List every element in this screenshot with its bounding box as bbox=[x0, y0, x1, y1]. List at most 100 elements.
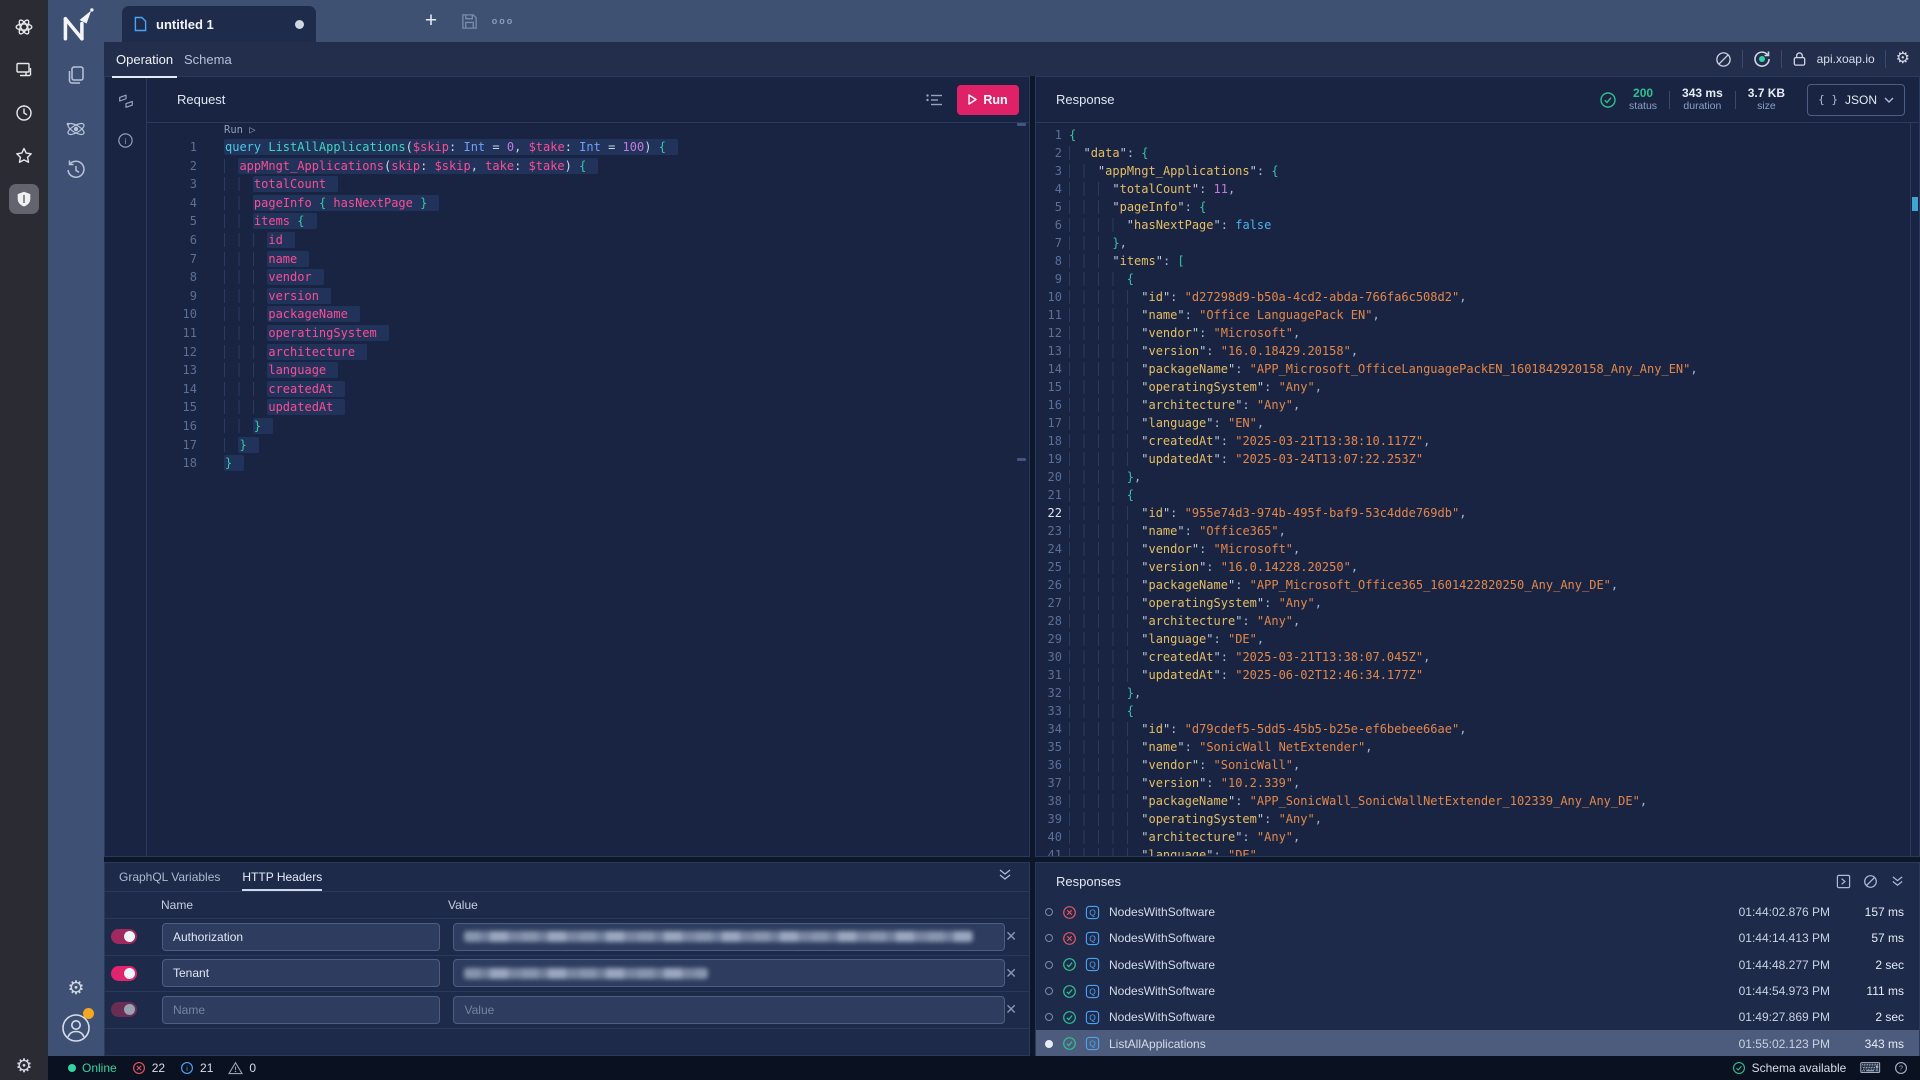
remove-header-icon[interactable]: ✕ bbox=[1005, 1001, 1017, 1018]
code-line[interactable]: 1query ListAllApplications($skip: Int = … bbox=[147, 138, 1029, 157]
gear-icon[interactable]: ⚙ bbox=[15, 1057, 32, 1076]
code-line[interactable]: 18 "createdAt": "2025-03-21T13:38:10.117… bbox=[1036, 432, 1911, 450]
response-history-item[interactable]: QNodesWithSoftware01:44:14.413 PM57 ms bbox=[1036, 925, 1919, 951]
code-line[interactable]: 17 } bbox=[147, 436, 1029, 455]
code-line[interactable]: 5 items { bbox=[147, 212, 1029, 231]
code-line[interactable]: 15 updatedAt bbox=[147, 398, 1029, 417]
code-line[interactable]: 38 "packageName": "APP_SonicWall_SonicWa… bbox=[1036, 792, 1911, 810]
remove-header-icon[interactable]: ✕ bbox=[1005, 928, 1017, 945]
request-editor[interactable]: Run ▷ 1query ListAllApplications($skip: … bbox=[147, 123, 1029, 856]
code-line[interactable]: 9 version bbox=[147, 287, 1029, 306]
code-line[interactable]: 27 "operatingSystem": "Any", bbox=[1036, 594, 1911, 612]
code-line[interactable]: 15 "operatingSystem": "Any", bbox=[1036, 378, 1911, 396]
history-icon[interactable] bbox=[64, 158, 88, 182]
header-name-input[interactable]: Tenant bbox=[162, 959, 440, 987]
collapse-panel-icon[interactable] bbox=[1890, 875, 1905, 888]
open-side-panel-icon[interactable] bbox=[1836, 874, 1851, 889]
code-line[interactable]: 16 } bbox=[147, 417, 1029, 436]
code-line[interactable]: 37 "version": "10.2.339", bbox=[1036, 774, 1911, 792]
header-value-input[interactable] bbox=[453, 923, 1005, 951]
operations-icon[interactable] bbox=[105, 92, 146, 110]
response-history-item[interactable]: QNodesWithSoftware01:44:48.277 PM2 sec bbox=[1036, 952, 1919, 978]
block-icon[interactable] bbox=[1715, 51, 1732, 68]
code-line[interactable]: 28 "architecture": "Any", bbox=[1036, 612, 1911, 630]
header-enabled-toggle[interactable] bbox=[111, 929, 137, 944]
remove-header-icon[interactable]: ✕ bbox=[1005, 965, 1017, 982]
warning-count[interactable]: 0 bbox=[228, 1061, 256, 1075]
code-line[interactable]: 12 architecture bbox=[147, 343, 1029, 362]
code-line[interactable]: 11 operatingSystem bbox=[147, 324, 1029, 343]
header-name-input[interactable]: Authorization bbox=[162, 923, 440, 951]
code-line[interactable]: 13 "version": "16.0.18429.20158", bbox=[1036, 342, 1911, 360]
code-line[interactable]: 29 "language": "DE", bbox=[1036, 630, 1911, 648]
info-icon[interactable]: i bbox=[105, 132, 146, 149]
code-line[interactable]: 21 { bbox=[1036, 486, 1911, 504]
code-line[interactable]: 23 "name": "Office365", bbox=[1036, 522, 1911, 540]
code-line[interactable]: 39 "operatingSystem": "Any", bbox=[1036, 810, 1911, 828]
tab-untitled[interactable]: untitled 1 bbox=[122, 6, 316, 42]
code-line[interactable]: 4 pageInfo { hasNextPage } bbox=[147, 194, 1029, 213]
response-scrollbar[interactable] bbox=[1910, 123, 1919, 856]
clear-responses-icon[interactable] bbox=[1863, 874, 1878, 889]
tab-operation[interactable]: Operation bbox=[112, 42, 177, 78]
info-count[interactable]: i 21 bbox=[180, 1061, 213, 1075]
code-line[interactable]: 2 appMngt_Applications(skip: $skip, take… bbox=[147, 157, 1029, 176]
code-line[interactable]: 8 "items": [ bbox=[1036, 252, 1911, 270]
workstation-icon[interactable] bbox=[9, 55, 39, 85]
response-viewer[interactable]: 1{2 "data": {3 "appMngt_Applications": {… bbox=[1036, 123, 1911, 856]
code-line[interactable]: 31 "updatedAt": "2025-06-02T12:46:34.177… bbox=[1036, 666, 1911, 684]
tab-graphql-variables[interactable]: GraphQL Variables bbox=[119, 870, 220, 891]
code-line[interactable]: 14 "packageName": "APP_Microsoft_OfficeL… bbox=[1036, 360, 1911, 378]
format-dropdown[interactable]: { } JSON bbox=[1807, 84, 1905, 116]
code-line[interactable]: 24 "vendor": "Microsoft", bbox=[1036, 540, 1911, 558]
code-line[interactable]: 6 "hasNextPage": false bbox=[1036, 216, 1911, 234]
code-line[interactable]: 10 "id": "d27298d9-b50a-4cd2-abda-766fa6… bbox=[1036, 288, 1911, 306]
response-history-item[interactable]: QNodesWithSoftware01:44:02.876 PM157 ms bbox=[1036, 899, 1919, 925]
response-history-item[interactable]: QListAllApplications01:55:02.123 PM343 m… bbox=[1036, 1030, 1919, 1056]
header-value-input[interactable]: Value bbox=[453, 996, 1005, 1024]
code-line[interactable]: 33 { bbox=[1036, 702, 1911, 720]
code-line[interactable]: 13 language bbox=[147, 361, 1029, 380]
shield-icon[interactable] bbox=[9, 184, 39, 214]
code-line[interactable]: 34 "id": "d79cdef5-5dd5-45b5-b25e-ef6beb… bbox=[1036, 720, 1911, 738]
code-line[interactable]: 6 id bbox=[147, 231, 1029, 250]
error-count[interactable]: 22 bbox=[132, 1061, 165, 1075]
collapse-panel-icon[interactable] bbox=[997, 868, 1013, 882]
code-line[interactable]: 30 "createdAt": "2025-03-21T13:38:07.045… bbox=[1036, 648, 1911, 666]
header-enabled-toggle[interactable] bbox=[111, 966, 137, 981]
gear-icon[interactable]: ⚙ bbox=[67, 979, 84, 998]
code-line[interactable]: 12 "vendor": "Microsoft", bbox=[1036, 324, 1911, 342]
save-icon[interactable] bbox=[454, 0, 484, 42]
code-line[interactable]: 8 vendor bbox=[147, 268, 1029, 287]
tab-schema[interactable]: Schema bbox=[180, 42, 236, 76]
tab-http-headers[interactable]: HTTP Headers bbox=[242, 870, 322, 891]
code-line[interactable]: 7 name bbox=[147, 250, 1029, 269]
code-line[interactable]: 18} bbox=[147, 454, 1029, 473]
code-line[interactable]: 35 "name": "SonicWall NetExtender", bbox=[1036, 738, 1911, 756]
code-line[interactable]: 26 "packageName": "APP_Microsoft_Office3… bbox=[1036, 576, 1911, 594]
refresh-status-icon[interactable] bbox=[1753, 50, 1771, 68]
code-line[interactable]: 3 "appMngt_Applications": { bbox=[1036, 162, 1911, 180]
code-line[interactable]: 22 "id": "955e74d3-974b-495f-baf9-53c4dd… bbox=[1036, 504, 1911, 522]
xoap-logo[interactable] bbox=[56, 7, 96, 47]
code-line[interactable]: 17 "language": "EN", bbox=[1036, 414, 1911, 432]
scrollbar-thumb[interactable] bbox=[1912, 197, 1918, 211]
code-line[interactable]: 25 "version": "16.0.14228.20250", bbox=[1036, 558, 1911, 576]
header-value-input[interactable] bbox=[453, 959, 1005, 987]
settings-gear-icon[interactable]: ⚙ bbox=[1896, 51, 1910, 67]
new-tab-icon[interactable]: + bbox=[416, 0, 446, 42]
code-line[interactable]: 2 "data": { bbox=[1036, 144, 1911, 162]
code-line[interactable]: 41 "language": "DE", bbox=[1036, 846, 1911, 856]
code-line[interactable]: 4 "totalCount": 11, bbox=[1036, 180, 1911, 198]
code-line[interactable]: 11 "name": "Office LanguagePack EN", bbox=[1036, 306, 1911, 324]
code-line[interactable]: 1{ bbox=[1036, 126, 1911, 144]
user-avatar[interactable] bbox=[60, 1012, 92, 1044]
code-line[interactable]: 5 "pageInfo": { bbox=[1036, 198, 1911, 216]
star-icon[interactable] bbox=[9, 141, 39, 171]
keyboard-icon[interactable]: ⌨ bbox=[1859, 1061, 1881, 1076]
code-line[interactable]: 32 }, bbox=[1036, 684, 1911, 702]
help-icon[interactable]: ? bbox=[1894, 1061, 1908, 1075]
code-line[interactable]: 19 "updatedAt": "2025-03-24T13:07:22.253… bbox=[1036, 450, 1911, 468]
code-line[interactable]: 10 packageName bbox=[147, 305, 1029, 324]
code-line[interactable]: 9 { bbox=[1036, 270, 1911, 288]
